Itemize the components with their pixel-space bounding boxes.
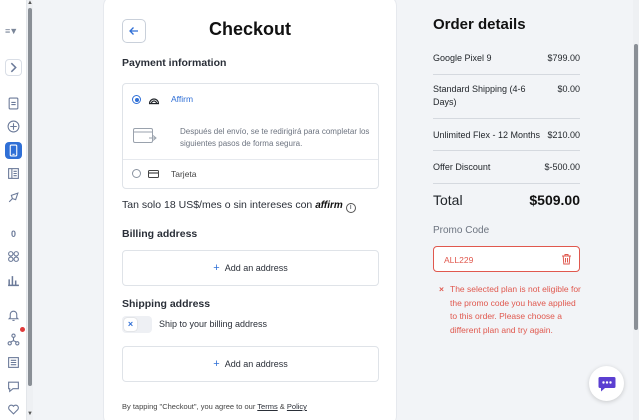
page-title: Checkout — [208, 19, 291, 39]
plus-icon: + — [213, 358, 220, 370]
billing-section-label: Billing address — [122, 228, 198, 240]
terms-notice: By tapping "Checkout", you agree to our … — [122, 402, 307, 411]
order-divider — [433, 150, 580, 151]
toggle-knob: × — [124, 318, 137, 331]
promo-code-input[interactable]: ALL229 — [433, 246, 580, 272]
scroll-down-arrow[interactable]: ▼ — [27, 411, 33, 417]
order-item-price: $210.00 — [547, 130, 580, 140]
order-row: Standard Shipping (4-6 Days) $0.00 — [433, 83, 580, 109]
card-redirect-icon — [133, 128, 157, 143]
catalog-icon[interactable] — [5, 165, 22, 182]
rocket-icon[interactable] — [5, 189, 22, 206]
chat-bubble-icon — [598, 376, 615, 391]
order-divider — [433, 183, 580, 184]
scroll-up-arrow[interactable]: ▲ — [27, 0, 33, 6]
credit-card-icon — [148, 170, 159, 178]
add-shipping-address-button[interactable]: + Add an address — [122, 346, 379, 382]
order-row: Google Pixel 9 $799.00 — [433, 52, 580, 65]
terms-ampersand: & — [279, 402, 285, 411]
order-divider — [433, 74, 580, 75]
affirm-option-label[interactable]: Affirm — [171, 94, 193, 104]
payment-options: Affirm Después del envío, se te redirigi… — [122, 83, 379, 189]
add-circle-icon[interactable] — [5, 118, 22, 135]
heart-icon[interactable] — [5, 401, 22, 418]
affirm-redirect-note: Después del envío, se te redirigirá para… — [180, 127, 370, 148]
affirm-logo: affirm — [315, 200, 343, 211]
bell-icon[interactable] — [5, 307, 22, 324]
terms-prefix: By tapping "Checkout", you agree to our — [122, 402, 256, 411]
order-item-name: Standard Shipping (4-6 Days) — [433, 84, 526, 107]
affirm-promo-text: Tan solo 18 US$/mes o sin intereses con … — [122, 199, 356, 213]
chat-icon[interactable] — [5, 378, 22, 395]
left-scrollbar[interactable] — [27, 0, 33, 420]
promo-code-label: Promo Code — [433, 225, 490, 236]
terms-link[interactable]: Terms — [257, 402, 277, 411]
left-nav-rail: ≡▼ 0 — [0, 0, 27, 420]
affirm-icon — [148, 98, 160, 105]
total-value: $509.00 — [529, 192, 580, 208]
expand-icon[interactable] — [5, 59, 22, 76]
right-scrollbar[interactable] — [633, 0, 639, 420]
order-item-name: Offer Discount — [433, 162, 491, 172]
count-badge[interactable]: 0 — [5, 225, 22, 242]
order-item-price: $-500.00 — [544, 162, 580, 172]
order-details-title: Order details — [433, 16, 526, 33]
add-billing-address-label: Add an address — [224, 263, 288, 273]
left-scrollbar-thumb[interactable] — [28, 8, 32, 386]
add-billing-address-button[interactable]: + Add an address — [122, 250, 379, 286]
plus-icon: + — [213, 262, 220, 274]
trash-icon[interactable] — [561, 253, 572, 265]
order-item-price: $0.00 — [557, 84, 580, 94]
order-item-name: Google Pixel 9 — [433, 53, 492, 63]
grid-icon[interactable] — [5, 248, 22, 265]
order-item-name: Unlimited Flex - 12 Months — [433, 130, 541, 140]
promo-error-text: The selected plan is not eligible for th… — [450, 284, 581, 335]
ship-to-billing-label: Ship to your billing address — [159, 319, 268, 329]
card-option-label[interactable]: Tarjeta — [171, 169, 197, 179]
right-scrollbar-thumb[interactable] — [634, 44, 638, 330]
list-icon[interactable] — [5, 354, 22, 371]
promo-code-value: ALL229 — [444, 255, 474, 265]
affirm-radio[interactable] — [132, 95, 141, 104]
affirm-promo-copy: Tan solo 18 US$/mes o sin intereses con — [122, 199, 313, 211]
card-radio[interactable] — [132, 169, 141, 178]
document-icon[interactable] — [5, 95, 22, 112]
network-icon[interactable] — [5, 331, 22, 348]
add-shipping-address-label: Add an address — [224, 359, 288, 369]
chart-icon[interactable] — [5, 272, 22, 289]
error-icon: × — [439, 284, 444, 294]
order-row: Offer Discount $-500.00 — [433, 161, 580, 174]
chat-launcher-button[interactable] — [589, 366, 624, 401]
info-icon[interactable]: i — [345, 203, 356, 213]
policy-link[interactable]: Policy — [287, 402, 307, 411]
brand-logo: ≡▼ — [5, 26, 18, 36]
phone-icon[interactable] — [5, 142, 22, 159]
ship-to-billing-toggle[interactable]: × — [122, 316, 152, 333]
order-divider — [433, 118, 580, 119]
payment-section-label: Payment information — [122, 57, 227, 69]
payment-divider — [123, 159, 378, 160]
shipping-section-label: Shipping address — [122, 298, 211, 310]
order-item-price: $799.00 — [547, 53, 580, 63]
checkout-card: Checkout Payment information Affirm Desp… — [104, 0, 396, 420]
order-row: Unlimited Flex - 12 Months $210.00 — [433, 129, 580, 142]
